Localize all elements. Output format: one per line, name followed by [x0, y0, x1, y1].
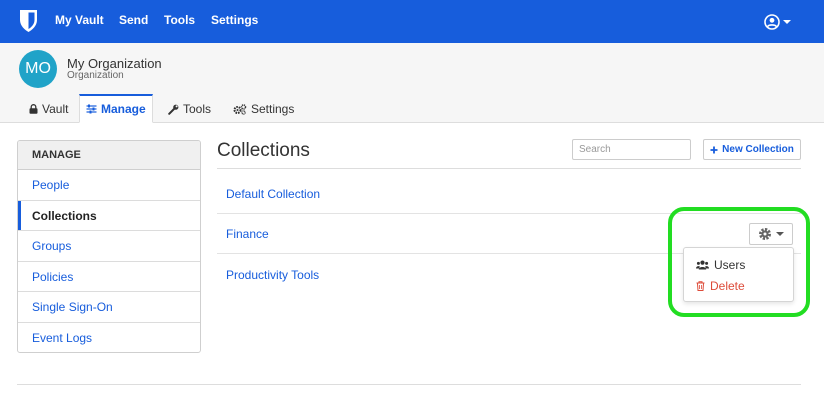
users-icon — [696, 260, 709, 270]
menu-item-users[interactable]: Users — [696, 257, 745, 273]
org-subtitle: Organization — [67, 70, 124, 81]
tab-settings[interactable]: Settings — [227, 95, 300, 123]
chevron-down-icon — [783, 20, 791, 24]
sidebar-heading: MANAGE — [18, 141, 200, 170]
manage-sidebar: MANAGE People Collections Groups Policie… — [17, 140, 201, 353]
wrench-icon — [168, 104, 179, 115]
top-navbar: My Vault Send Tools Settings — [0, 0, 824, 43]
bitwarden-shield-icon[interactable] — [19, 9, 38, 33]
row-options-button[interactable] — [749, 223, 793, 245]
tab-vault-label: Vault — [42, 102, 69, 116]
footer-divider — [17, 384, 801, 385]
menu-item-delete-label: Delete — [710, 279, 745, 293]
sidebar-item-policies[interactable]: Policies — [18, 262, 200, 292]
user-circle-icon — [764, 14, 780, 30]
lock-icon — [29, 104, 38, 114]
org-name: My Organization — [67, 56, 162, 71]
org-avatar: MO — [19, 50, 57, 88]
page-title: Collections — [217, 140, 310, 161]
new-collection-label: New Collection — [722, 144, 794, 155]
trash-icon — [696, 281, 705, 291]
nav-tools[interactable]: Tools — [164, 13, 195, 27]
sliders-icon — [86, 104, 97, 114]
sidebar-item-people[interactable]: People — [18, 170, 200, 201]
search-input[interactable] — [572, 139, 691, 160]
row-options-menu: Users Delete — [683, 247, 794, 302]
collection-link[interactable]: Default Collection — [226, 187, 320, 201]
gear-icon — [759, 228, 771, 240]
chevron-down-icon — [776, 232, 784, 236]
account-menu-button[interactable] — [764, 13, 791, 31]
sidebar-item-collections[interactable]: Collections — [18, 200, 200, 231]
menu-item-users-label: Users — [714, 258, 746, 272]
sidebar-item-single-sign-on[interactable]: Single Sign-On — [18, 292, 200, 323]
organization-header: MO My Organization Organization Vault Ma… — [0, 43, 824, 123]
menu-item-delete[interactable]: Delete — [696, 278, 745, 294]
tab-manage[interactable]: Manage — [79, 94, 153, 123]
tab-settings-label: Settings — [251, 102, 295, 116]
plus-icon — [710, 146, 718, 153]
tab-tools-label: Tools — [183, 102, 212, 116]
tab-manage-label: Manage — [101, 102, 146, 116]
nav-settings[interactable]: Settings — [211, 13, 258, 27]
sidebar-item-event-logs[interactable]: Event Logs — [18, 323, 200, 353]
new-collection-button[interactable]: New Collection — [703, 139, 801, 160]
collection-link[interactable]: Finance — [226, 227, 269, 241]
sidebar-item-groups[interactable]: Groups — [18, 231, 200, 262]
tab-tools[interactable]: Tools — [162, 95, 217, 123]
tab-vault[interactable]: Vault — [23, 95, 74, 123]
nav-my-vault[interactable]: My Vault — [55, 13, 104, 27]
table-row: Default Collection — [217, 174, 801, 214]
cogs-icon — [233, 103, 247, 115]
nav-send[interactable]: Send — [119, 13, 148, 27]
collection-link[interactable]: Productivity Tools — [226, 268, 319, 282]
title-divider — [217, 168, 801, 169]
